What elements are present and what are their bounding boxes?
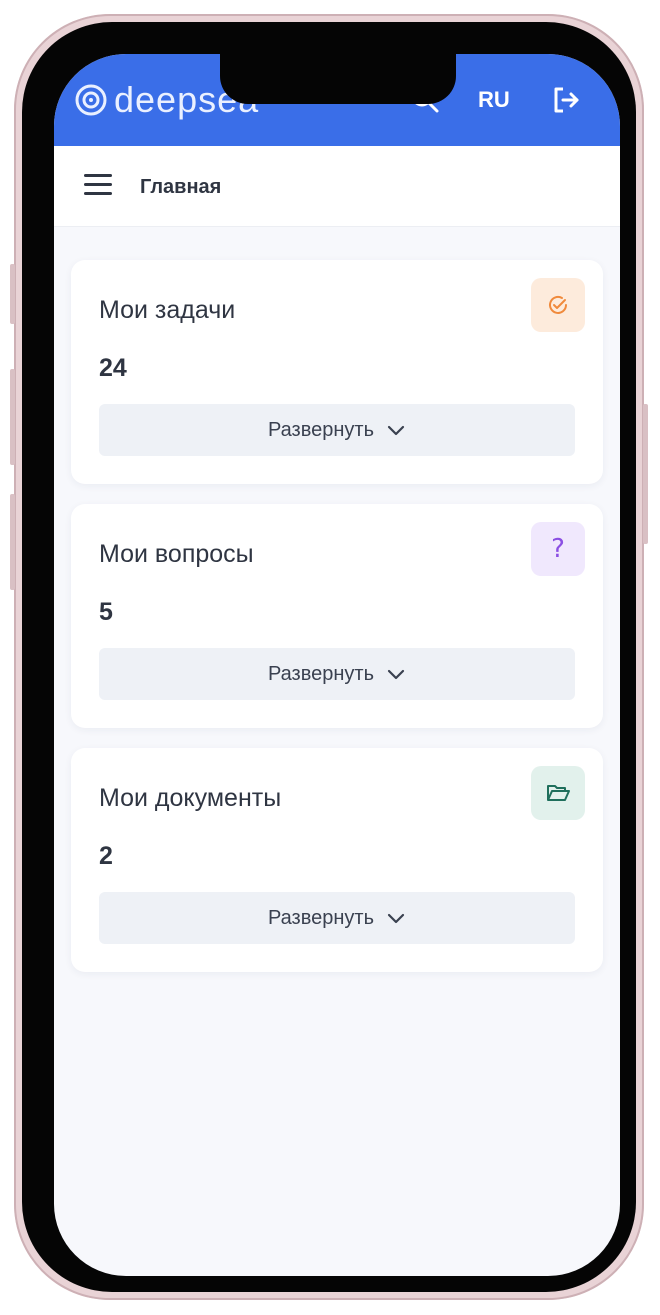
chevron-down-icon bbox=[387, 669, 405, 680]
screen: deepsea RU Главная Мои задачи 24 Разверн… bbox=[54, 54, 620, 1276]
side-button bbox=[10, 494, 15, 590]
chevron-down-icon bbox=[387, 425, 405, 436]
card-count: 5 bbox=[99, 598, 113, 626]
check-circle-icon bbox=[549, 295, 567, 314]
documents-badge bbox=[531, 766, 585, 820]
page-title: Главная bbox=[140, 176, 222, 198]
page-header: Главная bbox=[54, 146, 620, 227]
expand-label: Развернуть bbox=[267, 662, 374, 685]
side-button bbox=[643, 404, 648, 544]
documents-card: Мои документы 2 Развернуть bbox=[71, 748, 603, 972]
phone-bezel: deepsea RU Главная Мои задачи 24 Разверн… bbox=[22, 22, 636, 1292]
expand-button[interactable]: Развернуть bbox=[99, 648, 575, 700]
chevron-down-icon bbox=[387, 913, 405, 924]
tasks-badge bbox=[531, 278, 585, 332]
card-count: 24 bbox=[99, 354, 127, 382]
language-switcher[interactable]: RU bbox=[478, 87, 510, 113]
card-title: Мои документы bbox=[99, 784, 282, 812]
card-title: Мои вопросы bbox=[99, 540, 254, 568]
folder-open-icon bbox=[547, 785, 570, 801]
deepsea-logo-mark-icon bbox=[75, 84, 107, 116]
logout-icon[interactable] bbox=[550, 84, 582, 116]
side-button bbox=[10, 264, 15, 324]
question-icon: ? bbox=[551, 534, 565, 564]
side-button bbox=[10, 369, 15, 465]
notch bbox=[220, 54, 456, 104]
expand-button[interactable]: Развернуть bbox=[99, 892, 575, 944]
expand-button[interactable]: Развернуть bbox=[99, 404, 575, 456]
questions-badge: ? bbox=[531, 522, 585, 576]
phone-frame: deepsea RU Главная Мои задачи 24 Разверн… bbox=[10, 14, 648, 1300]
hamburger-menu-icon[interactable] bbox=[84, 174, 112, 196]
expand-label: Развернуть bbox=[267, 906, 374, 929]
questions-card: Мои вопросы ? 5 Развернуть bbox=[71, 504, 603, 728]
expand-label: Развернуть bbox=[267, 418, 374, 441]
card-count: 2 bbox=[99, 842, 113, 870]
card-title: Мои задачи bbox=[99, 296, 236, 324]
tasks-card: Мои задачи 24 Развернуть bbox=[71, 260, 603, 484]
